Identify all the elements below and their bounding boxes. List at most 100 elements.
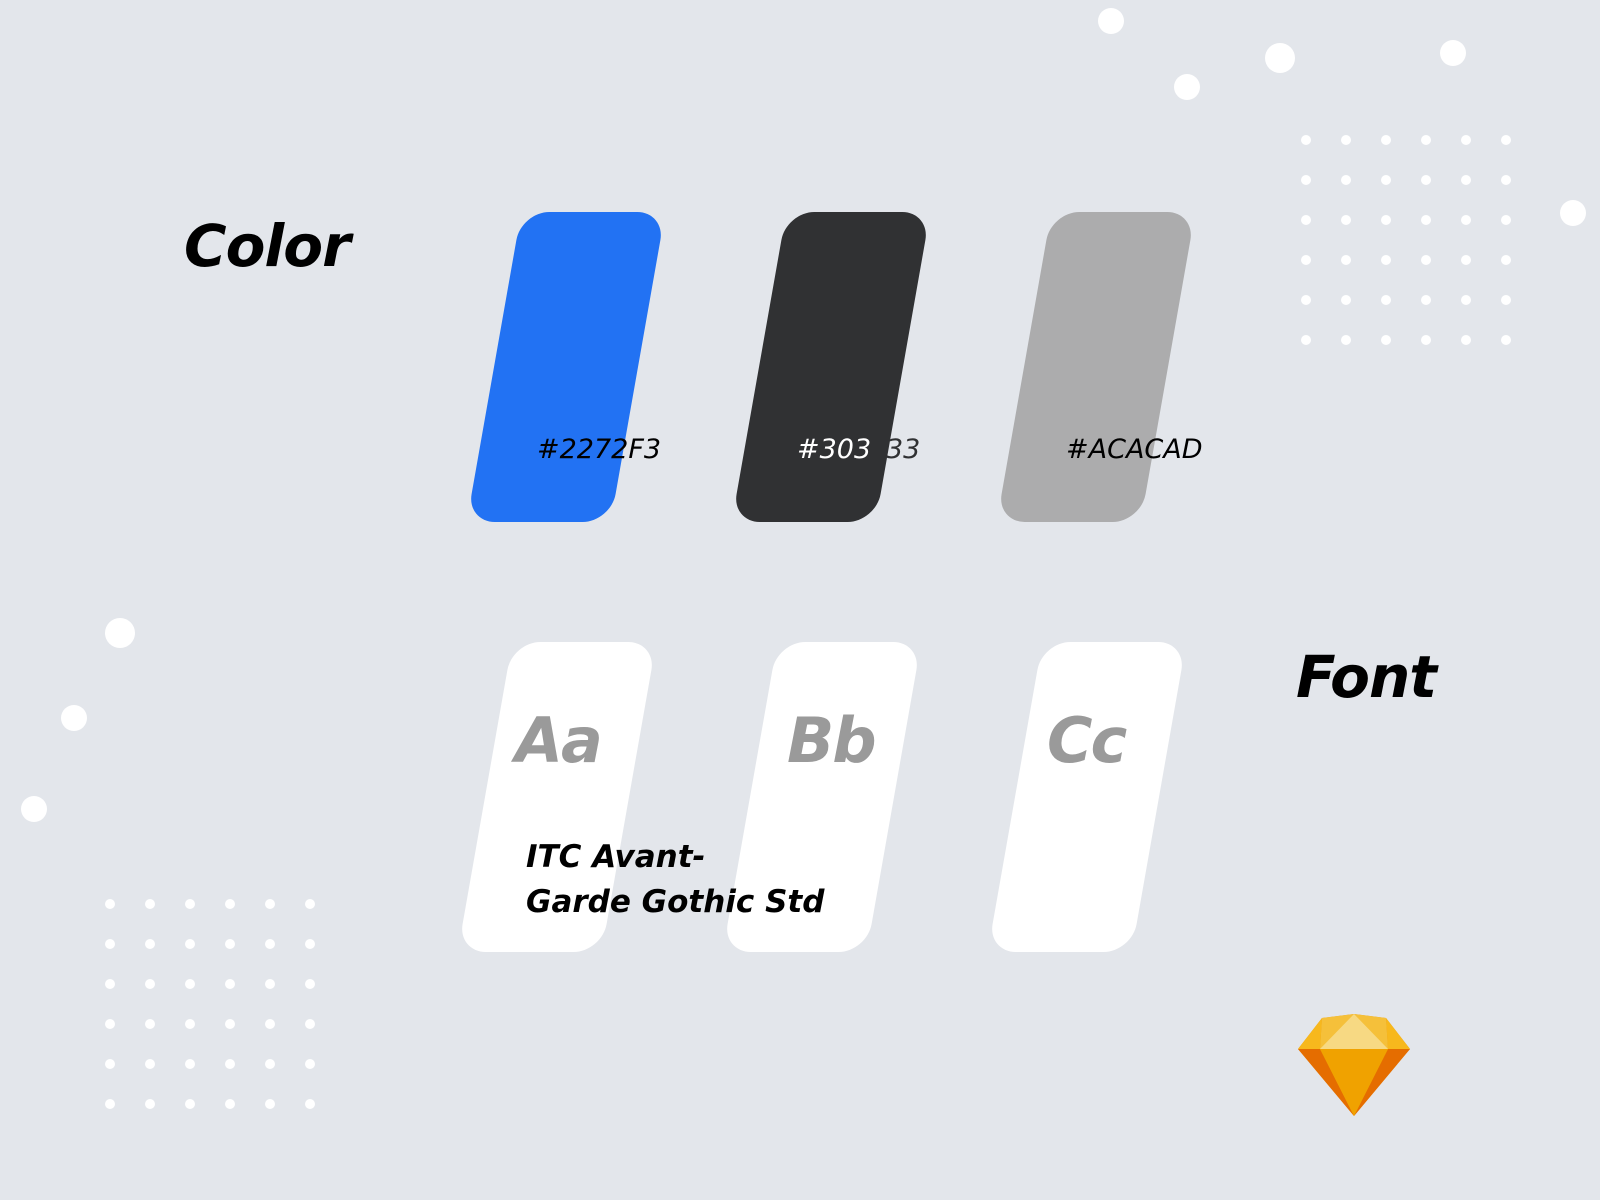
- decor-grid-dot: [1461, 255, 1471, 265]
- decor-dot: [1560, 200, 1586, 226]
- decor-grid-dot: [265, 899, 275, 909]
- color-section-title: Color: [184, 212, 351, 280]
- decor-grid-dot: [145, 899, 155, 909]
- decor-grid-dot: [1461, 215, 1471, 225]
- decor-grid-dot: [1501, 215, 1511, 225]
- decor-dot: [1265, 43, 1295, 73]
- decor-grid-dot: [225, 979, 235, 989]
- design-spec-canvas: Color Font #2272F3 #303 33 #ACACAD Aa Bb…: [0, 0, 1600, 1200]
- decor-grid-dot: [105, 1019, 115, 1029]
- decor-grid-dot: [1381, 295, 1391, 305]
- decor-grid-dot: [1501, 135, 1511, 145]
- decor-grid-dot: [265, 1059, 275, 1069]
- color-swatch-gray: [996, 212, 1196, 522]
- decor-grid-dot: [185, 1059, 195, 1069]
- decor-grid-dot: [1341, 215, 1351, 225]
- decor-dot: [1098, 8, 1124, 34]
- decor-dot-grid: [1301, 135, 1511, 345]
- decor-grid-dot: [1421, 215, 1431, 225]
- decor-grid-dot: [225, 1019, 235, 1029]
- decor-grid-dot: [1341, 175, 1351, 185]
- decor-grid-dot: [1301, 255, 1311, 265]
- font-sample-card: [987, 642, 1187, 952]
- decor-grid-dot: [1421, 295, 1431, 305]
- font-family-name-line: Garde Gothic Std: [526, 884, 825, 920]
- decor-grid-dot: [225, 1059, 235, 1069]
- decor-grid-dot: [1461, 335, 1471, 345]
- decor-grid-dot: [265, 1099, 275, 1109]
- decor-grid-dot: [1461, 295, 1471, 305]
- decor-grid-dot: [1301, 175, 1311, 185]
- decor-grid-dot: [1301, 295, 1311, 305]
- decor-grid-dot: [145, 979, 155, 989]
- decor-grid-dot: [105, 979, 115, 989]
- color-swatch-blue: [466, 212, 666, 522]
- decor-grid-dot: [265, 979, 275, 989]
- decor-grid-dot: [1421, 335, 1431, 345]
- font-sample-cc: Cc: [1047, 704, 1127, 777]
- decor-grid-dot: [1341, 335, 1351, 345]
- decor-grid-dot: [1381, 255, 1391, 265]
- decor-grid-dot: [305, 899, 315, 909]
- color-hex-label-overflow: 33: [886, 434, 921, 465]
- decor-dot: [105, 618, 135, 648]
- decor-grid-dot: [145, 1019, 155, 1029]
- decor-grid-dot: [1421, 135, 1431, 145]
- decor-grid-dot: [305, 1059, 315, 1069]
- decor-grid-dot: [1501, 295, 1511, 305]
- decor-grid-dot: [225, 1099, 235, 1109]
- decor-grid-dot: [1501, 175, 1511, 185]
- decor-grid-dot: [185, 1099, 195, 1109]
- decor-grid-dot: [145, 1059, 155, 1069]
- decor-grid-dot: [265, 939, 275, 949]
- decor-grid-dot: [1501, 335, 1511, 345]
- decor-grid-dot: [105, 899, 115, 909]
- decor-grid-dot: [185, 1019, 195, 1029]
- decor-grid-dot: [1301, 215, 1311, 225]
- decor-grid-dot: [185, 939, 195, 949]
- decor-dot-grid: [105, 899, 315, 1109]
- decor-grid-dot: [1381, 335, 1391, 345]
- decor-grid-dot: [225, 899, 235, 909]
- decor-grid-dot: [1421, 175, 1431, 185]
- decor-grid-dot: [185, 979, 195, 989]
- color-hex-label: #2272F3: [537, 434, 662, 465]
- decor-grid-dot: [1341, 135, 1351, 145]
- decor-grid-dot: [1501, 255, 1511, 265]
- decor-grid-dot: [305, 939, 315, 949]
- decor-grid-dot: [1301, 135, 1311, 145]
- font-sample-bb: Bb: [787, 704, 877, 777]
- decor-grid-dot: [305, 1099, 315, 1109]
- decor-grid-dot: [225, 939, 235, 949]
- decor-grid-dot: [105, 939, 115, 949]
- decor-grid-dot: [1341, 255, 1351, 265]
- font-section-title: Font: [1296, 643, 1437, 711]
- decor-grid-dot: [105, 1099, 115, 1109]
- decor-grid-dot: [1381, 175, 1391, 185]
- font-family-name-line: ITC Avant-: [526, 839, 706, 875]
- color-swatch-dark: [731, 212, 931, 522]
- decor-grid-dot: [265, 1019, 275, 1029]
- decor-dot: [21, 796, 47, 822]
- decor-grid-dot: [305, 979, 315, 989]
- decor-grid-dot: [305, 1019, 315, 1029]
- sketch-diamond-icon: [1298, 1014, 1410, 1116]
- decor-grid-dot: [1381, 215, 1391, 225]
- decor-grid-dot: [1381, 135, 1391, 145]
- decor-grid-dot: [1301, 335, 1311, 345]
- decor-grid-dot: [145, 1099, 155, 1109]
- decor-dot: [61, 705, 87, 731]
- decor-dot: [1440, 40, 1466, 66]
- font-family-name: ITC Avant- Garde Gothic Std: [526, 835, 824, 925]
- font-sample-aa: Aa: [515, 704, 603, 777]
- color-hex-label: #303: [797, 434, 872, 465]
- decor-grid-dot: [145, 939, 155, 949]
- decor-grid-dot: [1461, 135, 1471, 145]
- decor-grid-dot: [185, 899, 195, 909]
- decor-grid-dot: [105, 1059, 115, 1069]
- decor-dot: [1174, 74, 1200, 100]
- decor-grid-dot: [1461, 175, 1471, 185]
- decor-grid-dot: [1341, 295, 1351, 305]
- decor-grid-dot: [1421, 255, 1431, 265]
- color-hex-label: #ACACAD: [1066, 434, 1203, 465]
